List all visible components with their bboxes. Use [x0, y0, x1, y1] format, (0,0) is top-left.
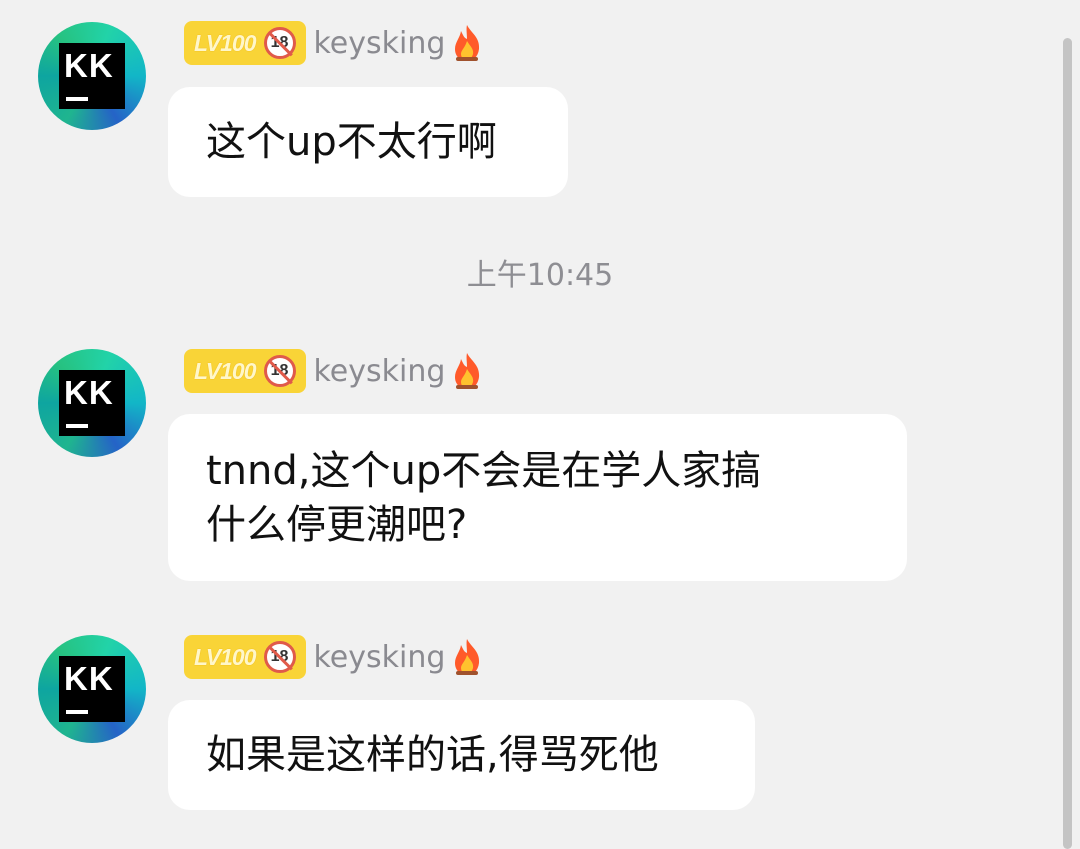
- message-bubble[interactable]: 这个up不太行啊: [168, 87, 568, 197]
- user-info-row: LV100 18 keysking: [184, 349, 485, 393]
- username[interactable]: keysking: [314, 354, 446, 389]
- level-badge: LV100 18: [184, 21, 306, 65]
- avatar-logo: KK: [59, 370, 125, 436]
- fire-icon: [455, 639, 480, 675]
- under-18-icon: 18: [263, 355, 296, 387]
- avatar[interactable]: KK: [38, 635, 146, 743]
- level-text: LV100: [194, 357, 256, 384]
- timestamp: 上午10:45: [466, 258, 614, 293]
- fire-icon: [455, 25, 480, 61]
- user-info-row: LV100 18 keysking: [184, 21, 485, 65]
- avatar-logo: KK: [59, 43, 125, 109]
- avatar-underline: [66, 710, 88, 714]
- message-bubble[interactable]: 如果是这样的话,得骂死他: [168, 700, 755, 810]
- user-info-row: LV100 18 keysking: [184, 635, 485, 679]
- level-text: LV100: [194, 29, 256, 56]
- username[interactable]: keysking: [314, 26, 446, 61]
- avatar[interactable]: KK: [38, 22, 146, 130]
- avatar-text: KK: [64, 374, 114, 411]
- avatar-underline: [66, 424, 88, 428]
- avatar-underline: [66, 97, 88, 101]
- level-badge: LV100 18: [184, 635, 306, 679]
- message-text-line: 这个up不太行啊: [206, 119, 497, 165]
- under-18-icon: 18: [263, 641, 296, 673]
- scrollbar[interactable]: [1063, 38, 1072, 849]
- avatar-logo: KK: [59, 656, 125, 722]
- message-text-line: 如果是这样的话,得骂死他: [206, 732, 659, 778]
- username[interactable]: keysking: [314, 640, 446, 675]
- under-18-icon: 18: [263, 27, 296, 59]
- avatar-text: KK: [64, 660, 114, 697]
- fire-icon: [455, 353, 480, 389]
- message-text-line: 什么停更潮吧?: [206, 502, 468, 548]
- avatar-text: KK: [64, 47, 114, 84]
- avatar[interactable]: KK: [38, 349, 146, 457]
- level-badge: LV100 18: [184, 349, 306, 393]
- message-bubble[interactable]: tnnd,这个up不会是在学人家搞 什么停更潮吧?: [168, 414, 907, 581]
- message-text-line: tnnd,这个up不会是在学人家搞: [206, 448, 762, 494]
- level-text: LV100: [194, 643, 256, 670]
